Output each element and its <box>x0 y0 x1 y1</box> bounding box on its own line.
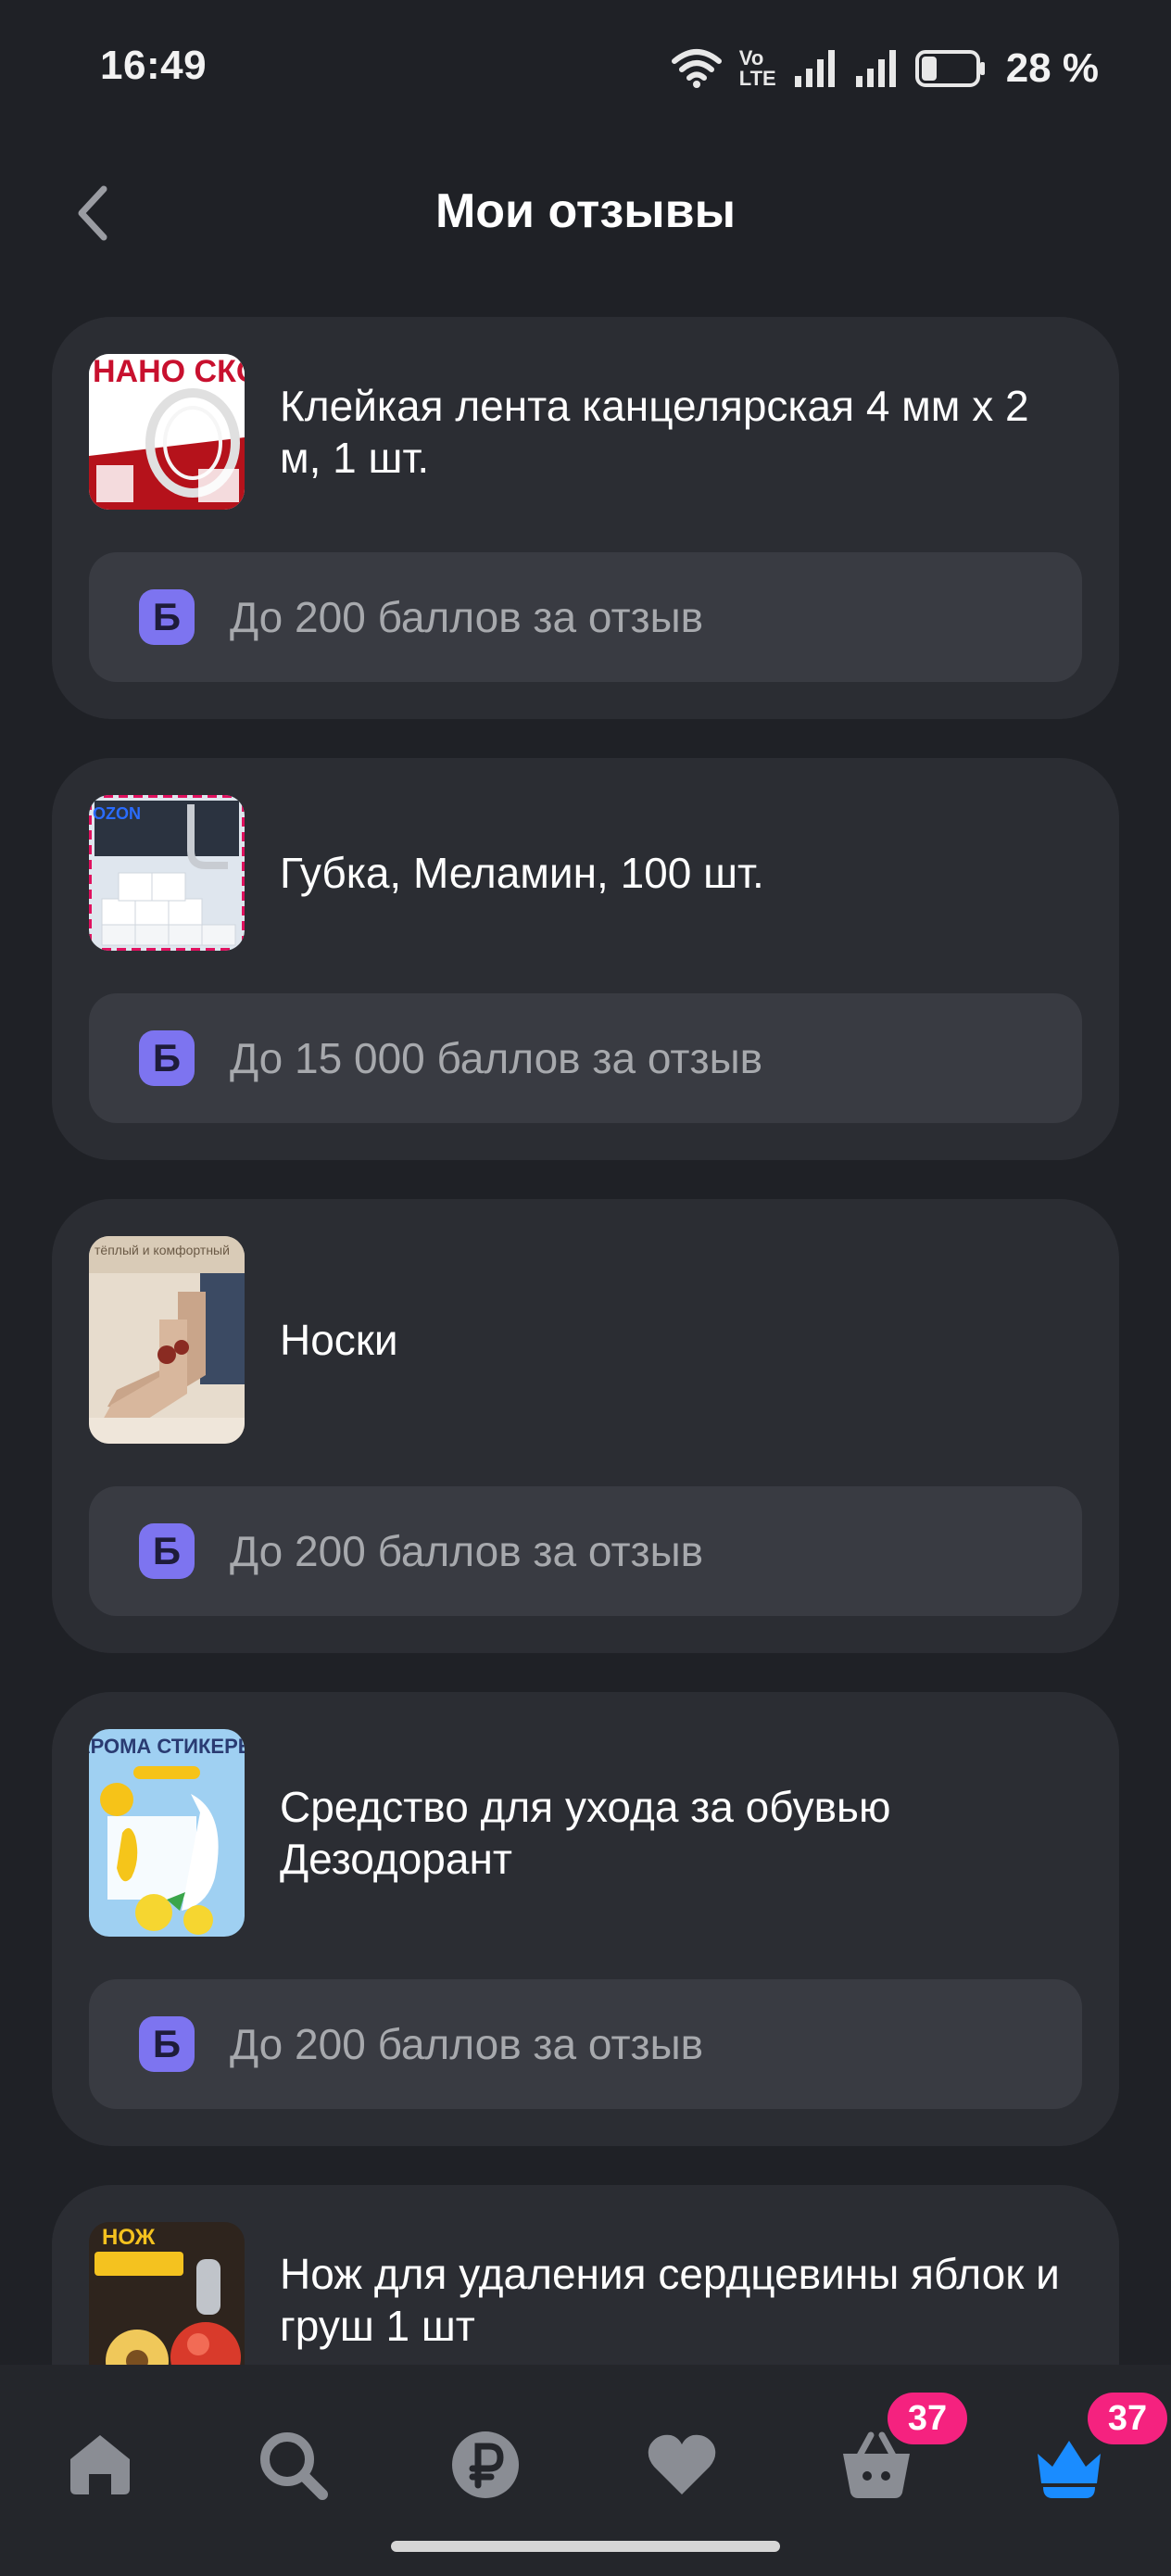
bonus-text: До 200 баллов за отзыв <box>230 1527 704 1575</box>
thumb-caption: НАНО СКОТЧ <box>93 354 245 389</box>
product-thumbnail: НАНО СКОТЧ <box>89 354 245 510</box>
bonus-text: До 200 баллов за отзыв <box>230 2020 704 2068</box>
nav-finance[interactable] <box>439 2418 532 2511</box>
bonus-row[interactable]: Б До 200 баллов за отзыв <box>89 1486 1082 1616</box>
nav-search[interactable] <box>246 2418 339 2511</box>
product-title: Губка, Меламин, 100 шт. <box>280 849 764 897</box>
product-title: Клейкая лента канцелярская 4 мм х 2 м, 1… <box>280 382 1029 482</box>
thumb-caption: АРОМА СТИКЕРЫ <box>89 1735 245 1758</box>
home-indicator[interactable] <box>391 2541 780 2552</box>
nav-profile[interactable]: 37 <box>1023 2393 1167 2511</box>
bonus-row[interactable]: Б До 200 баллов за отзыв <box>89 1979 1082 2109</box>
bonus-row[interactable]: Б До 200 баллов за отзыв <box>89 552 1082 682</box>
thumb-caption: тёплый и комфортный <box>94 1243 230 1257</box>
heart-icon <box>648 2434 716 2494</box>
review-card[interactable]: тёплый и комфортный Носки Б До 200 балло… <box>52 1199 1119 1653</box>
review-card[interactable]: OZON Губка, Меламин, 100 шт. Б До 15 000… <box>52 758 1119 1160</box>
review-card[interactable]: НАНО СКОТЧ Клейкая лента канцелярская 4 … <box>52 317 1119 719</box>
product-title: Средство для ухода за обувью Дезодорант <box>280 1783 891 1883</box>
signal-icon-2 <box>855 50 896 87</box>
volte-top: Vo <box>738 46 764 69</box>
battery-icon <box>914 50 985 87</box>
product-title: Нож для удаления сердцевины яблок и груш… <box>280 2250 1060 2350</box>
thumb-caption: OZON <box>93 804 141 823</box>
product-thumbnail: тёплый и комфортный <box>89 1236 245 1444</box>
thumb-caption: НОЖ <box>102 2225 156 2250</box>
product-thumbnail: OZON <box>89 795 245 951</box>
bonus-text: До 15 000 баллов за отзыв <box>230 1034 763 1082</box>
status-icons: Vo LTE 28 % <box>671 41 1099 96</box>
product-thumbnail: АРОМА СТИКЕРЫ <box>89 1729 245 1937</box>
review-card[interactable]: АРОМА СТИКЕРЫ Средство для ухода за обув… <box>52 1692 1119 2146</box>
bonus-row[interactable]: Б До 15 000 баллов за отзыв <box>89 993 1082 1123</box>
nav-cart[interactable]: 37 <box>830 2393 967 2511</box>
nav-home[interactable] <box>54 2418 146 2511</box>
app-header: Мои отзывы <box>0 148 1171 278</box>
profile-badge: 37 <box>1088 2393 1167 2444</box>
ruble-icon <box>452 2431 519 2498</box>
page-title: Мои отзывы <box>434 184 737 238</box>
home-icon <box>70 2435 130 2494</box>
cart-badge: 37 <box>888 2393 967 2444</box>
bonus-badge: Б <box>139 1030 195 1086</box>
product-title: Носки <box>280 1316 398 1364</box>
bonus-text: До 200 баллов за отзыв <box>230 593 704 641</box>
bonus-badge: Б <box>139 2016 195 2072</box>
crown-icon <box>1038 2441 1101 2498</box>
search-icon <box>260 2432 328 2500</box>
screen: 16:49 Vo LTE 28 % Мои отзывы НАНО СК Кле… <box>0 0 1171 2576</box>
battery-percent: 28 % <box>1005 45 1099 91</box>
status-bar: 16:49 Vo LTE 28 % <box>0 0 1171 139</box>
volte-bottom: LTE <box>738 67 776 90</box>
volte-indicator: Vo LTE <box>739 48 776 89</box>
wifi-icon <box>671 49 722 88</box>
bonus-badge: Б <box>139 589 195 645</box>
bonus-badge: Б <box>139 1523 195 1579</box>
status-time: 16:49 <box>100 43 208 88</box>
nav-favorites[interactable] <box>636 2418 728 2511</box>
signal-icon-1 <box>794 50 835 87</box>
